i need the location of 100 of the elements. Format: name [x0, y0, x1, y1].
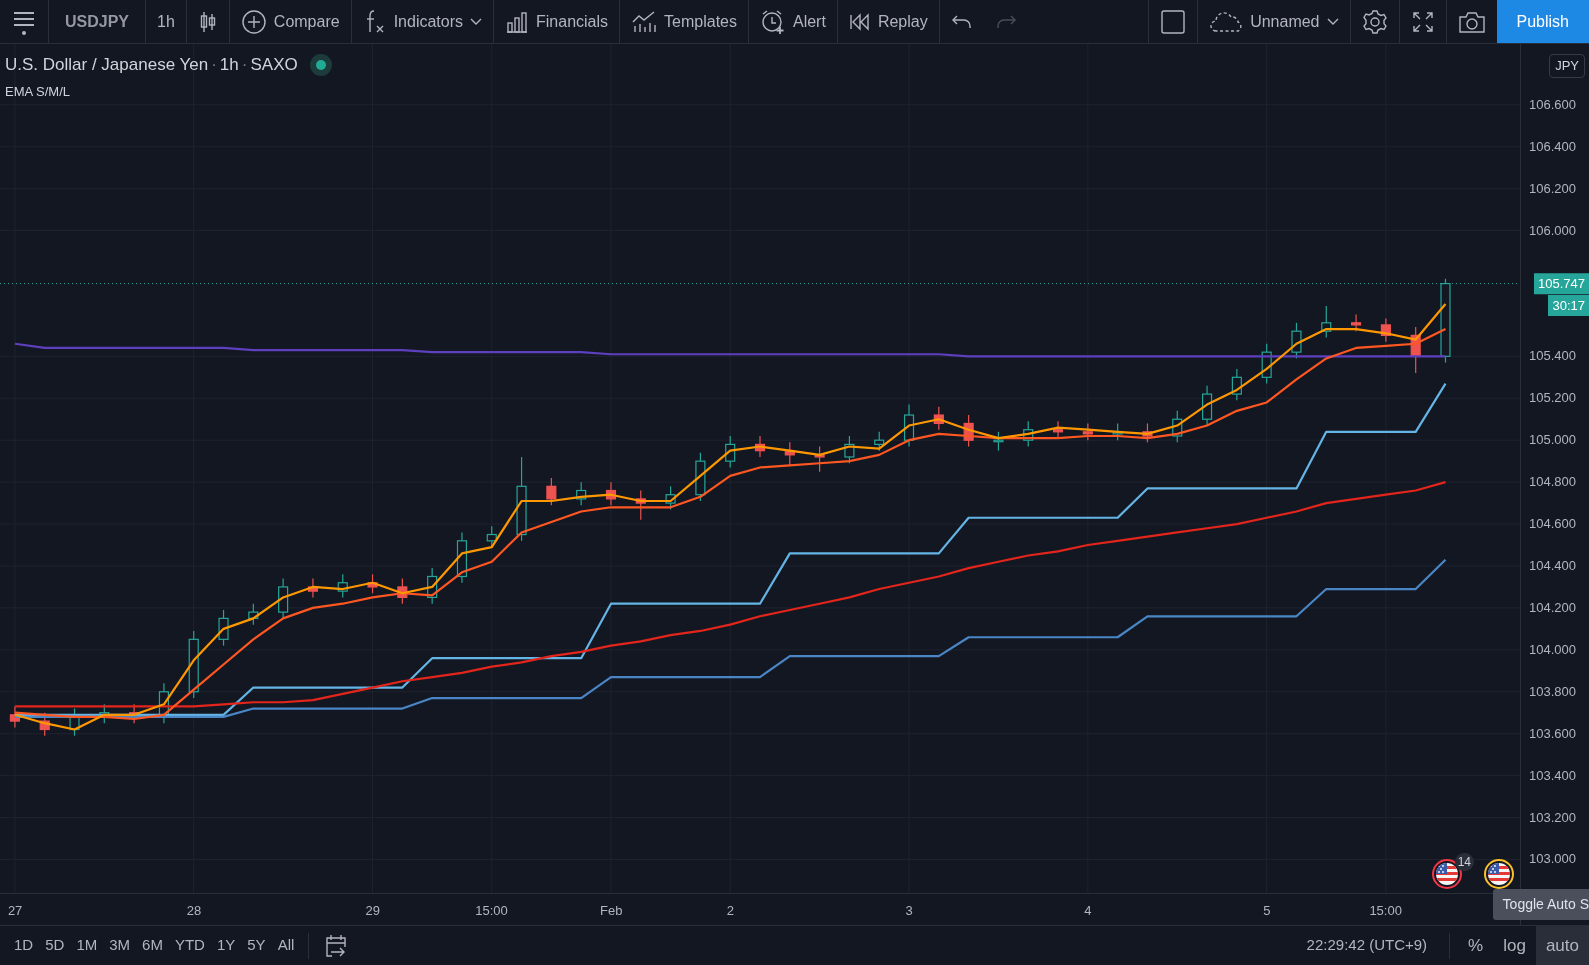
candlestick	[546, 477, 557, 506]
candlestick	[635, 489, 646, 521]
candlestick	[1023, 420, 1034, 448]
settings-icon	[1361, 8, 1388, 35]
candlestick	[1410, 326, 1421, 374]
candlestick	[188, 630, 199, 699]
scale-toggle[interactable]: log	[1493, 926, 1536, 965]
price-axis-label: 103.200	[1529, 808, 1576, 827]
candlestick	[933, 406, 944, 431]
alarm-clock-icon	[759, 8, 786, 35]
candlestick	[248, 603, 259, 626]
candlestick	[993, 431, 1004, 452]
candlestick	[456, 531, 468, 584]
financials-button[interactable]: Financials	[494, 0, 620, 43]
price-axis-label: 104.000	[1529, 641, 1576, 660]
candlestick	[69, 707, 80, 737]
candlestick	[605, 481, 617, 506]
event-marker[interactable]	[1484, 859, 1514, 889]
candlestick	[1082, 422, 1093, 441]
time-axis-label: 4	[1084, 902, 1092, 920]
range-button[interactable]: YTD	[168, 930, 211, 961]
replay-button[interactable]: Replay	[837, 0, 939, 43]
price-axis-label: 105.200	[1529, 389, 1576, 408]
range-button[interactable]: 6M	[136, 930, 169, 961]
range-button[interactable]: 5Y	[241, 930, 272, 961]
candlestick	[844, 435, 855, 464]
time-axis-label: 3	[905, 902, 913, 920]
candlestick	[486, 525, 497, 548]
range-button[interactable]: All	[271, 930, 301, 961]
time-axis-label: Feb	[599, 902, 623, 920]
indicators-button[interactable]: Indicators	[351, 0, 493, 43]
candlestick	[39, 712, 50, 737]
templates-button[interactable]: Templates	[620, 0, 748, 43]
candlestick	[1261, 343, 1272, 385]
candlestick	[725, 435, 736, 469]
candlestick	[576, 481, 587, 506]
price-axis-label: 105.000	[1529, 431, 1576, 450]
separator-dot: ·	[211, 54, 217, 76]
time-axis-label: 15:00	[475, 902, 508, 920]
price-axis-label: 103.400	[1529, 766, 1576, 785]
save-button[interactable]: Unnamed	[1198, 0, 1350, 43]
range-button[interactable]: 1D	[8, 930, 40, 961]
price-axis-label: 106.200	[1529, 179, 1576, 198]
publish-button[interactable]: Publish	[1496, 0, 1589, 43]
time-axis-label: 29	[365, 902, 380, 920]
candlestick	[903, 403, 915, 448]
candlestick	[1351, 313, 1362, 332]
candlestick	[1321, 305, 1332, 339]
candlestick	[665, 485, 676, 510]
scale-toggle[interactable]: %	[1458, 926, 1494, 965]
candlestick	[1231, 368, 1242, 401]
count-badge: 14	[1454, 853, 1474, 871]
symbol-button[interactable]: USDJPY	[49, 0, 146, 43]
price-axis-label: 104.800	[1529, 473, 1576, 492]
caret-icon	[470, 17, 482, 26]
cloud-icon	[1209, 10, 1244, 33]
price-axis-label: 105.400	[1529, 347, 1576, 366]
candlestick	[9, 705, 20, 728]
price-axis-label: 104.600	[1529, 515, 1576, 534]
candlestick	[963, 414, 974, 448]
candlestick	[337, 573, 348, 598]
candlestick	[1052, 420, 1064, 439]
candlestick	[99, 703, 110, 724]
separator-dot: ·	[241, 54, 248, 76]
candlestick	[158, 682, 169, 724]
candlestick	[1172, 410, 1183, 443]
price-axis-label: 106.600	[1529, 96, 1576, 115]
time-axis-label: 15:00	[1369, 902, 1402, 920]
caret-icon	[1326, 17, 1339, 26]
clock-text: 22:29:42 (UTC+9)	[1305, 935, 1429, 956]
candlestick	[1380, 318, 1391, 343]
legend-text: U.S. Dollar / Japanese Yen	[5, 54, 209, 76]
add-icon	[240, 8, 267, 35]
range-button[interactable]: 5D	[39, 930, 71, 961]
scale-toggle[interactable]: auto	[1535, 926, 1589, 965]
bar-chart-icon	[505, 9, 529, 34]
rewind-icon	[848, 11, 871, 32]
candlestick	[397, 577, 408, 605]
candlestick	[307, 577, 318, 598]
interval-button[interactable]: 1h	[146, 0, 186, 43]
range-button[interactable]: 3M	[103, 930, 137, 961]
countdown-label: 30:17	[1548, 294, 1589, 317]
compare-button[interactable]: Compare	[229, 0, 351, 43]
flag-icon	[1436, 863, 1458, 885]
currency-button[interactable]: JPY	[1549, 54, 1585, 78]
indicator-label: EMA S/M/L	[5, 82, 72, 101]
range-button[interactable]: 1Y	[210, 930, 242, 961]
range-button[interactable]: 1M	[70, 930, 104, 961]
price-axis-label: 104.400	[1529, 557, 1576, 576]
price-axis-label: 104.200	[1529, 599, 1576, 618]
alert-button[interactable]: Alert	[748, 0, 837, 43]
candlestick	[1112, 422, 1123, 441]
camera-icon	[1457, 9, 1486, 34]
candlestick	[1291, 322, 1302, 360]
legend-text: 1h	[219, 54, 239, 76]
candlestick	[427, 567, 438, 605]
time-axis-label: 28	[186, 902, 202, 920]
candlestick	[218, 609, 229, 647]
price-label: 105.747	[1534, 272, 1589, 295]
price-axis-label: 106.400	[1529, 137, 1576, 156]
